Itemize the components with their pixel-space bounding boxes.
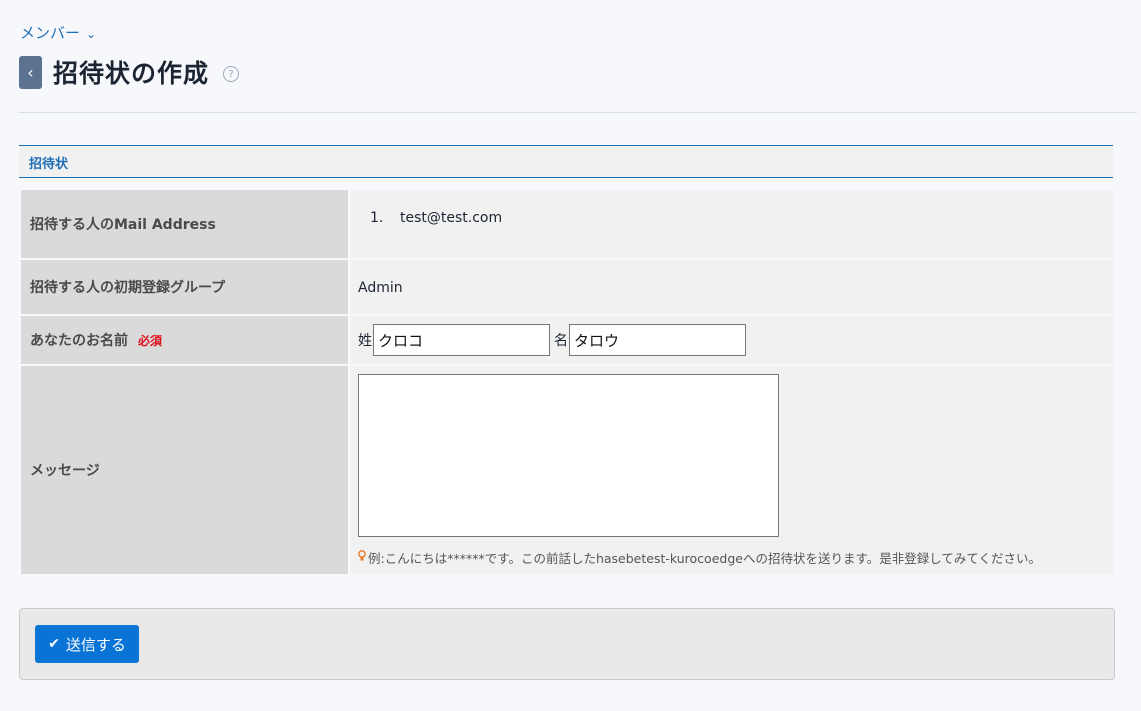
name-label-cell: あなたのお名前 必須: [21, 316, 348, 364]
page-title: 招待状の作成: [53, 59, 210, 88]
help-icon[interactable]: ?: [223, 66, 240, 82]
message-label: メッセージ: [21, 366, 348, 574]
first-name-input[interactable]: [569, 324, 746, 356]
form-row-group: 招待する人の初期登録グループ Admin: [21, 260, 1113, 314]
name-label: あなたのお名前: [30, 333, 128, 349]
message-textarea[interactable]: [358, 374, 779, 537]
form-footer: ✔ 送信する: [19, 608, 1115, 680]
check-icon: ✔: [48, 636, 60, 652]
group-value: Admin: [358, 280, 403, 296]
section-title: 招待状: [29, 157, 69, 172]
lightbulb-icon: [358, 550, 366, 565]
email-value-cell: 1. test@test.com: [350, 190, 1113, 258]
section-header: 招待状: [19, 145, 1113, 178]
message-hint: 例:こんにちは******です。この前話したhasebetest-kurocoe…: [358, 548, 1041, 567]
submit-button[interactable]: ✔ 送信する: [35, 625, 139, 663]
list-item: 1. test@test.com: [370, 210, 502, 226]
submit-label: 送信する: [65, 635, 126, 654]
form-row-name: あなたのお名前 必須 姓 名: [21, 316, 1113, 364]
form-row-email: 招待する人のMail Address 1. test@test.com: [21, 190, 1113, 258]
message-value-cell: 例:こんにちは******です。この前話したhasebetest-kurocoe…: [350, 366, 1113, 574]
breadcrumb-label: メンバー: [20, 24, 81, 42]
invite-form: 招待する人のMail Address 1. test@test.com 招待する人…: [21, 190, 1113, 576]
header-divider: [19, 112, 1137, 113]
back-button[interactable]: ‹: [19, 55, 42, 89]
email-label: 招待する人のMail Address: [21, 190, 348, 258]
title-row: ‹ 招待状の作成 ?: [19, 54, 240, 90]
group-label: 招待する人の初期登録グループ: [21, 260, 348, 314]
first-name-caption: 名: [554, 333, 568, 349]
chevron-left-icon: ‹: [27, 62, 34, 82]
email-value: test@test.com: [400, 210, 503, 226]
hint-text: 例:こんにちは******です。この前話したhasebetest-kurocoe…: [368, 551, 1041, 566]
required-badge: 必須: [138, 333, 163, 348]
form-row-message: メッセージ 例:こんにちは******です。この前話したhasebetest-k…: [21, 366, 1113, 574]
name-value-cell: 姓 名: [350, 316, 1113, 364]
group-value-cell: Admin: [350, 260, 1113, 314]
chevron-down-icon: ⌄: [86, 26, 97, 41]
breadcrumb-members[interactable]: メンバー ⌄: [20, 22, 96, 43]
last-name-caption: 姓: [358, 333, 372, 349]
list-number: 1.: [370, 210, 384, 226]
last-name-input[interactable]: [373, 324, 550, 356]
name-fields: 姓 名: [358, 324, 746, 356]
